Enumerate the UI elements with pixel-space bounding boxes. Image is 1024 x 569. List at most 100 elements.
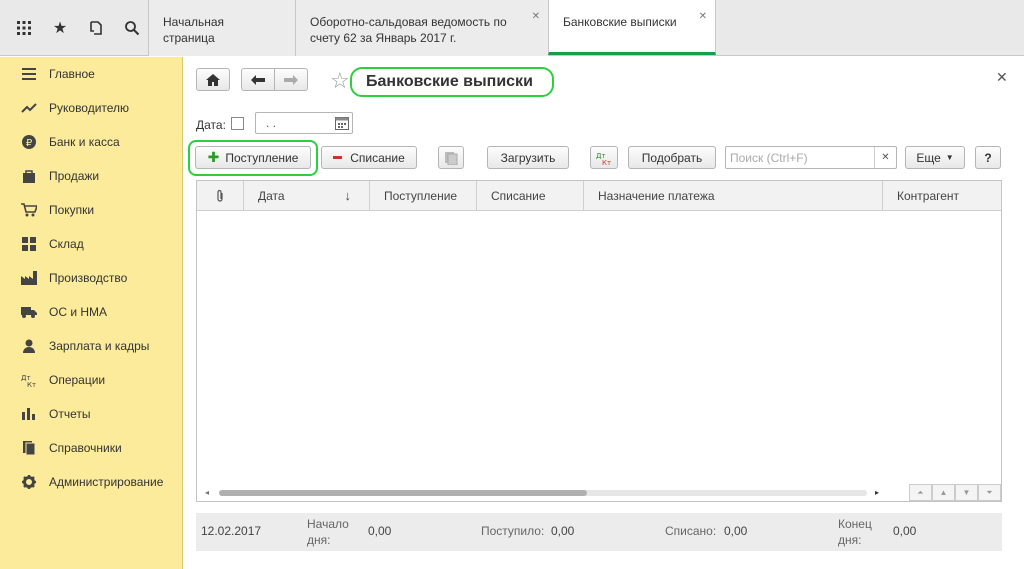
tab-turnover-label-line2: счету 62 за Январь 2017 г. xyxy=(310,31,457,45)
tab-turnover-sheet[interactable]: Оборотно-сальдовая ведомость по счету 62… xyxy=(295,0,548,56)
sidebar-item-production[interactable]: Производство xyxy=(0,266,183,290)
date-column-header[interactable]: Дата ↓ xyxy=(244,181,370,211)
received-label: Поступило: xyxy=(481,524,545,538)
scroll-left-icon[interactable]: ◂ xyxy=(205,488,209,497)
sidebar-item-main[interactable]: Главное xyxy=(0,62,183,86)
receipt-column-header[interactable]: Поступление xyxy=(370,181,477,211)
home-button[interactable] xyxy=(196,68,230,91)
sidebar-item-references[interactable]: Справочники xyxy=(0,436,183,460)
select-button[interactable]: Подобрать xyxy=(628,146,716,169)
tab-bank-statements[interactable]: Банковские выписки ✕ xyxy=(548,0,716,55)
sidebar-item-label: Производство xyxy=(49,271,128,285)
sidebar-item-manager[interactable]: Руководителю xyxy=(0,96,183,120)
star-icon[interactable]: ★ xyxy=(48,16,72,40)
tab-turnover-label-line1: Оборотно-сальдовая ведомость по xyxy=(310,15,507,29)
prev-row-icon[interactable]: ▲ xyxy=(932,484,955,501)
purpose-column-header[interactable]: Назначение платежа xyxy=(584,181,883,211)
footer-date: 12.02.2017 xyxy=(201,524,262,538)
bar-chart-icon xyxy=(20,405,38,423)
sidebar-item-label: Отчеты xyxy=(49,407,91,421)
person-icon xyxy=(20,337,38,355)
table-nav: ⏶ ▲ ▼ ⏷ xyxy=(909,484,1001,501)
chevron-down-icon: ▼ xyxy=(945,153,954,162)
sidebar-item-operations[interactable]: Дт Кт Операции xyxy=(0,368,183,392)
next-row-icon[interactable]: ▼ xyxy=(955,484,978,501)
close-tab-icon[interactable]: ✕ xyxy=(699,9,707,25)
first-row-icon[interactable]: ⏶ xyxy=(909,484,932,501)
sidebar-item-label: Главное xyxy=(49,67,95,81)
history-icon[interactable] xyxy=(84,16,108,40)
gear-icon xyxy=(20,473,38,491)
purpose-column-label: Назначение платежа xyxy=(598,189,715,203)
date-value: . . xyxy=(266,116,277,130)
menu-icon xyxy=(20,65,38,83)
svg-text:₽: ₽ xyxy=(26,138,33,149)
forward-button[interactable] xyxy=(274,68,308,91)
end-of-day-label-2: дня: xyxy=(838,533,862,547)
sidebar-item-fixed-assets[interactable]: ОС и НМА xyxy=(0,300,183,324)
load-button[interactable]: Загрузить xyxy=(487,146,569,169)
close-icon[interactable]: ✕ xyxy=(996,69,1008,86)
counterparty-column-label: Контрагент xyxy=(897,189,960,203)
main-content: ☆ Банковские выписки ✕ Дата: . . ✚ Посту… xyxy=(184,57,1024,569)
sidebar-item-label: Продажи xyxy=(49,169,100,183)
minus-icon xyxy=(333,156,343,159)
spent-value: 0,00 xyxy=(724,524,748,538)
tab-bar: Начальная страница Оборотно-сальдовая ве… xyxy=(148,0,716,56)
end-of-day-value: 0,00 xyxy=(893,524,917,538)
sidebar-item-label: ОС и НМА xyxy=(49,305,108,319)
receipt-button-label: Поступление xyxy=(225,150,299,165)
top-bar: ★ Начальная страница Оборотно-сальдовая … xyxy=(0,0,1024,56)
writeoff-column-header[interactable]: Списание xyxy=(477,181,584,211)
sidebar-item-admin[interactable]: Администрирование xyxy=(0,470,183,494)
back-button[interactable] xyxy=(241,68,275,91)
sidebar-item-warehouse[interactable]: Склад xyxy=(0,232,183,256)
load-button-label: Загрузить xyxy=(500,150,556,165)
close-tab-icon[interactable]: ✕ xyxy=(532,9,540,25)
tab-home[interactable]: Начальная страница xyxy=(148,0,295,56)
copy-button[interactable] xyxy=(438,146,464,169)
help-button[interactable]: ? xyxy=(975,146,1001,169)
writeoff-button-label: Списание xyxy=(350,150,405,165)
sidebar-item-bank[interactable]: ₽ Банк и касса xyxy=(0,130,183,154)
book-icon xyxy=(20,439,38,457)
dt-kt-icon: ДтКт xyxy=(596,152,611,165)
dt-kt-button[interactable]: Дт Кт xyxy=(590,146,618,169)
sidebar-item-salary[interactable]: Зарплата и кадры xyxy=(0,334,183,358)
plus-icon: ✚ xyxy=(207,149,220,165)
sidebar-item-label: Покупки xyxy=(49,203,95,217)
calendar-icon[interactable] xyxy=(335,116,349,133)
date-label: Дата: xyxy=(196,118,226,132)
attachment-column-header[interactable] xyxy=(197,181,244,211)
search-field[interactable]: Поиск (Ctrl+F) ✕ xyxy=(725,146,897,169)
factory-icon xyxy=(20,269,38,287)
summary-footer: 12.02.2017 Начало дня: 0,00 Поступило: 0… xyxy=(196,513,1002,551)
tab-home-label: Начальная страница xyxy=(163,15,225,45)
last-row-icon[interactable]: ⏷ xyxy=(978,484,1001,501)
scrollbar-thumb[interactable] xyxy=(219,490,587,496)
sidebar-item-purchases[interactable]: Покупки xyxy=(0,198,183,222)
horizontal-scrollbar[interactable] xyxy=(219,490,867,496)
sidebar-item-sales[interactable]: Продажи xyxy=(0,164,183,188)
more-button[interactable]: Еще ▼ xyxy=(905,146,965,169)
date-field[interactable]: . . xyxy=(255,112,353,134)
sidebar-item-label: Справочники xyxy=(49,441,122,455)
clear-search-icon[interactable]: ✕ xyxy=(874,147,896,168)
start-of-day-value: 0,00 xyxy=(368,524,392,538)
truck-icon xyxy=(20,303,38,321)
search-icon[interactable] xyxy=(120,16,144,40)
favorite-star-icon[interactable]: ☆ xyxy=(330,68,350,94)
receipt-button[interactable]: ✚ Поступление xyxy=(195,146,311,169)
date-checkbox[interactable] xyxy=(231,117,244,130)
grid-icon[interactable] xyxy=(12,16,36,40)
scroll-right-icon[interactable]: ▸ xyxy=(875,488,879,497)
page-title: Банковские выписки xyxy=(350,67,554,97)
tab-bank-statements-label: Банковские выписки xyxy=(563,15,677,29)
counterparty-column-header[interactable]: Контрагент xyxy=(883,181,1001,211)
sidebar-item-label: Руководителю xyxy=(49,101,130,115)
sidebar-item-reports[interactable]: Отчеты xyxy=(0,402,183,426)
arrow-left-icon xyxy=(251,74,265,85)
statements-table[interactable]: Дата ↓ Поступление Списание Назначение п… xyxy=(196,180,1002,502)
writeoff-button[interactable]: Списание xyxy=(321,146,417,169)
end-of-day-label-1: Конец xyxy=(838,517,872,531)
